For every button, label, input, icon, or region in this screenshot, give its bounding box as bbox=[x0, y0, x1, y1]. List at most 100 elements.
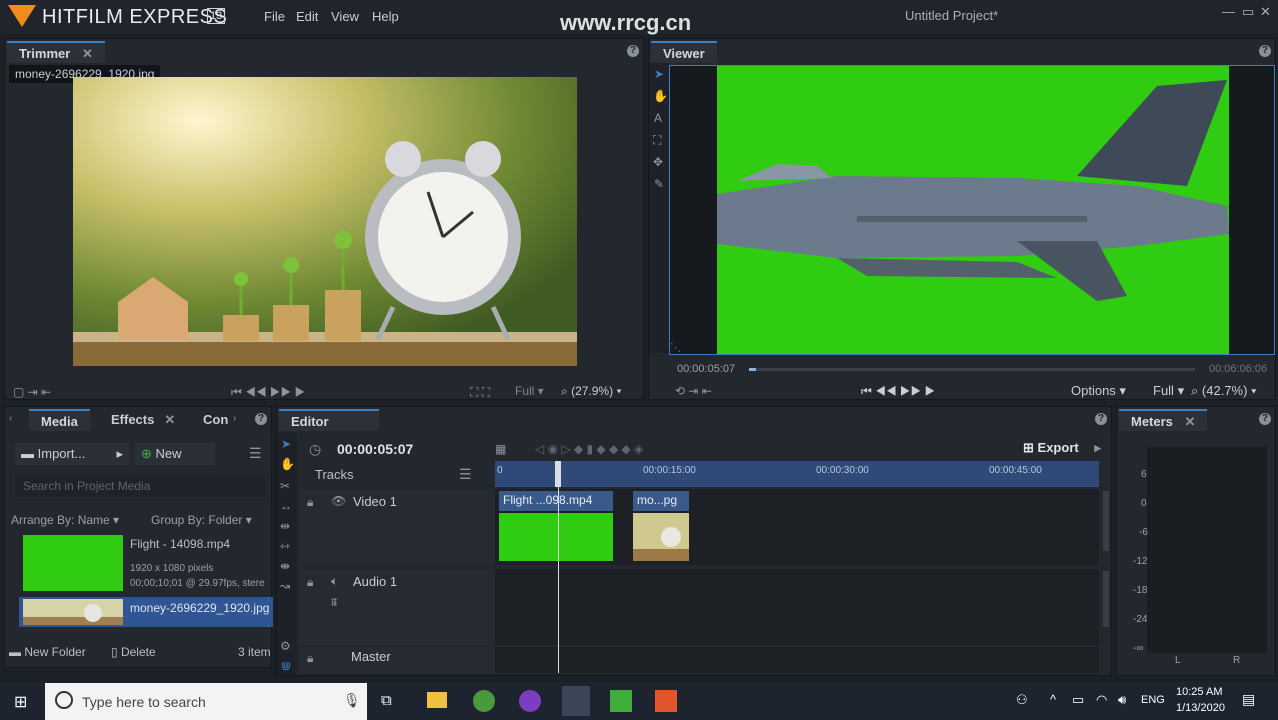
battery-icon[interactable]: ▭ bbox=[1072, 692, 1084, 708]
media-item-flight[interactable]: Flight - 14098.mp4 1920 x 1080 pixels 00… bbox=[9, 533, 271, 593]
corner-handle-icon[interactable]: ⋱ bbox=[670, 341, 681, 354]
close-icon[interactable]: ✕ bbox=[1260, 4, 1271, 20]
clock-time[interactable]: 10:25 AM bbox=[1176, 686, 1222, 698]
language-indicator[interactable]: ENG bbox=[1141, 694, 1165, 706]
ripple-tool-icon[interactable]: ⇿ bbox=[280, 539, 290, 553]
tab-viewer[interactable]: Viewer bbox=[651, 41, 717, 63]
volume-icon[interactable]: 🔊︎ bbox=[1118, 692, 1126, 708]
taskbar-search-input[interactable]: Type here to search 🎙︎ bbox=[45, 683, 367, 720]
text-tool-icon[interactable]: A bbox=[654, 111, 662, 125]
waveform-icon[interactable]: ⩩ bbox=[331, 595, 337, 610]
settings-icon[interactable]: ⚙ bbox=[280, 639, 291, 653]
list-view-icon[interactable]: ☰ bbox=[249, 445, 262, 462]
select-tool-icon[interactable]: ➤ bbox=[281, 437, 291, 451]
chrome-profile-icon[interactable] bbox=[519, 690, 541, 712]
menu-help[interactable]: Help bbox=[372, 9, 399, 24]
tab-editor[interactable]: Editor bbox=[279, 409, 379, 431]
notification-icon[interactable]: ▤ bbox=[1242, 691, 1255, 708]
tray-expand-icon[interactable]: ^ bbox=[1050, 692, 1056, 707]
maximize-icon[interactable]: ▭ bbox=[1242, 4, 1254, 20]
viewer-zoom-select[interactable]: ⌕ (42.7%) ▾ bbox=[1191, 383, 1257, 399]
help-icon[interactable]: ? bbox=[1259, 413, 1271, 425]
viewer-canvas[interactable]: ⋱ bbox=[669, 65, 1275, 355]
viewer-quality-select[interactable]: Full ▾ bbox=[1153, 383, 1184, 399]
tab-meters[interactable]: Meters ✕ bbox=[1119, 409, 1208, 431]
lock-icon[interactable]: 🔒︎ bbox=[307, 495, 313, 510]
add-track-icon[interactable]: ▦ bbox=[495, 442, 506, 456]
viewer-scrubber[interactable] bbox=[749, 368, 1195, 371]
camtasia-icon[interactable] bbox=[610, 690, 632, 712]
slip-tool-icon[interactable]: ↔ bbox=[280, 499, 292, 513]
delete-button[interactable]: ▯ Delete bbox=[111, 645, 156, 659]
tab-scroll-right-icon[interactable]: › bbox=[233, 413, 236, 424]
menu-view[interactable]: View bbox=[331, 9, 359, 24]
master-track-lane[interactable] bbox=[495, 647, 1099, 673]
timeline-ruler[interactable]: 0 00:00:15:00 00:00:30:00 00:00:45:00 bbox=[495, 461, 1099, 487]
hand-tool-icon[interactable]: ✋ bbox=[280, 457, 295, 471]
select-tool-icon[interactable]: ➤ bbox=[654, 67, 664, 81]
trimmer-zoom-select[interactable]: ⌕ (27.9%) ▾ bbox=[561, 384, 621, 399]
windows-start-icon[interactable]: ⊞ bbox=[14, 692, 27, 712]
tracks-menu-icon[interactable]: ☰ bbox=[459, 466, 472, 483]
help-icon[interactable]: ? bbox=[255, 413, 267, 425]
new-button[interactable]: ⊕ New bbox=[135, 443, 215, 465]
minimize-icon[interactable]: — bbox=[1222, 4, 1235, 19]
close-icon[interactable]: ✕ bbox=[164, 412, 175, 427]
wifi-icon[interactable]: ◠ bbox=[1096, 692, 1107, 708]
help-icon[interactable]: ? bbox=[627, 45, 639, 57]
help-icon[interactable]: ? bbox=[1259, 45, 1271, 57]
file-explorer-icon[interactable] bbox=[427, 692, 447, 708]
video-track-lane[interactable]: Flight ...098.mp4 mo...pg bbox=[495, 489, 1099, 565]
people-icon[interactable]: ⚇ bbox=[1016, 692, 1028, 708]
insert-overlay-icon[interactable]: ⛶ ⛶ bbox=[470, 385, 490, 400]
menu-file[interactable]: File bbox=[264, 9, 285, 24]
trimmer-quality-select[interactable]: Full ▾ bbox=[515, 384, 544, 398]
lock-icon[interactable]: 🔒︎ bbox=[307, 575, 313, 590]
group-by-select[interactable]: Group By: Folder ▾ bbox=[151, 513, 252, 527]
close-icon[interactable]: ✕ bbox=[1185, 414, 1196, 429]
tab-trimmer[interactable]: Trimmer ✕ bbox=[7, 41, 105, 63]
mark-in-icon[interactable]: ▢ ⇥ ⇤ bbox=[13, 385, 51, 399]
snap-magnet-icon[interactable]: ⋓ bbox=[281, 659, 291, 673]
help-icon[interactable]: ? bbox=[1095, 413, 1107, 425]
tab-media[interactable]: Media bbox=[29, 409, 90, 431]
slide-tool-icon[interactable]: ⇹ bbox=[280, 519, 290, 533]
viewer-loop-icon[interactable]: ⟲ ⇥ ⇤ bbox=[675, 384, 712, 398]
media-search-input[interactable]: Search in Project Media bbox=[15, 475, 265, 497]
menu-edit[interactable]: Edit bbox=[296, 9, 318, 24]
media-item-money[interactable]: money-2696229_1920.jpg bbox=[19, 597, 273, 627]
razor-tool-icon[interactable]: ✂ bbox=[280, 479, 290, 493]
task-view-icon[interactable]: ⧉ bbox=[381, 692, 392, 709]
close-icon[interactable]: ✕ bbox=[82, 46, 93, 61]
clock-date[interactable]: 1/13/2020 bbox=[1176, 702, 1225, 714]
microphone-icon[interactable]: 🎙︎ bbox=[343, 692, 361, 709]
trimmer-image-preview[interactable] bbox=[73, 77, 577, 366]
tab-scroll-left-icon[interactable]: ‹ bbox=[9, 413, 12, 424]
viewer-options-button[interactable]: Options ▾ bbox=[1071, 383, 1126, 399]
app-icon[interactable] bbox=[655, 690, 677, 712]
audio-track-lane[interactable] bbox=[495, 569, 1099, 645]
rate-tool-icon[interactable]: ↝ bbox=[280, 579, 290, 593]
timeline-transport-icon[interactable]: ◁ ◉ ▷ ◆ ▮ ◆ ◆ ◆ ◈ bbox=[535, 442, 643, 456]
move-tool-icon[interactable]: ✥ bbox=[653, 155, 663, 169]
speaker-icon[interactable]: 🔈︎ bbox=[331, 574, 338, 589]
lock-icon[interactable]: 🔒︎ bbox=[307, 651, 313, 666]
viewer-transport-icon[interactable]: ⏮ ◀◀ ▶▶ ▶ bbox=[861, 384, 935, 399]
new-folder-button[interactable]: ▬ New Folder bbox=[9, 645, 86, 659]
timeline-clip-money[interactable]: mo...pg bbox=[633, 491, 689, 565]
roll-tool-icon[interactable]: ⇼ bbox=[280, 559, 290, 573]
import-button[interactable]: ▬ Import... ▸ bbox=[15, 443, 129, 465]
arrange-by-select[interactable]: Arrange By: Name ▾ bbox=[11, 513, 119, 527]
hitfilm-taskbar-icon[interactable] bbox=[562, 686, 590, 716]
pen-tool-icon[interactable]: ✎ bbox=[654, 177, 664, 191]
export-button[interactable]: ⊞ Export ▸ bbox=[1023, 440, 1101, 456]
chrome-icon[interactable] bbox=[473, 690, 495, 712]
editor-timecode[interactable]: 00:00:05:07 bbox=[337, 441, 413, 457]
trimmer-transport-icon[interactable]: ⏮ ◀◀ ▶▶ ▶ bbox=[231, 385, 305, 400]
transform-tool-icon[interactable]: ⛶ bbox=[653, 133, 661, 148]
eye-icon[interactable]: 👁︎ bbox=[331, 494, 346, 508]
audio-scrollbar[interactable] bbox=[1103, 571, 1109, 627]
timeline-clip-flight[interactable]: Flight ...098.mp4 bbox=[499, 491, 613, 565]
hand-tool-icon[interactable]: ✋ bbox=[653, 89, 668, 103]
tab-effects[interactable]: Effects ✕ bbox=[111, 409, 175, 431]
